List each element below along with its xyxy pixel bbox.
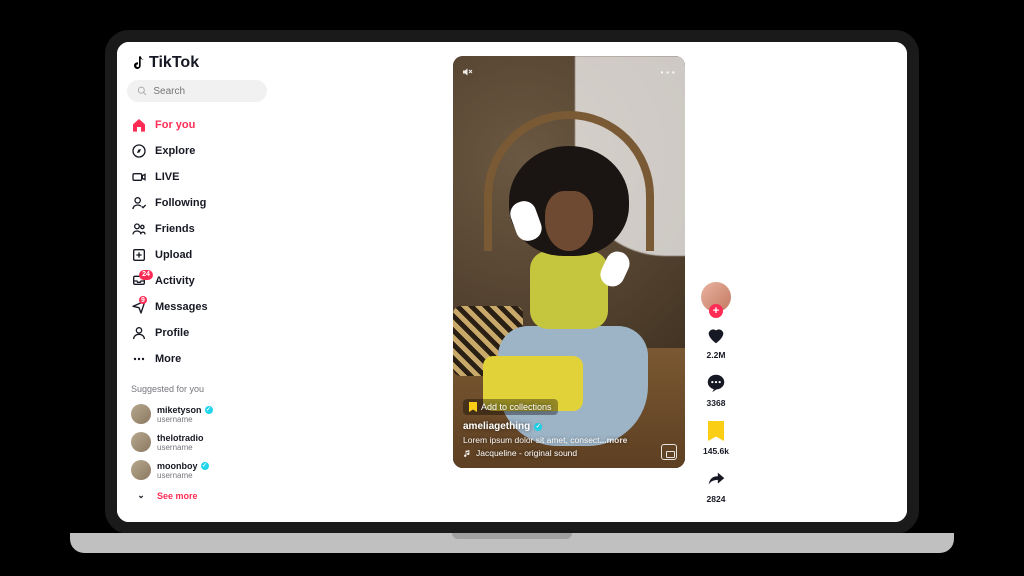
account-sub: username [157,471,209,480]
follow-plus-icon[interactable]: + [709,304,723,318]
action-rail: + 2.2M 3368 [701,56,731,508]
tiktok-note-icon [131,54,147,72]
see-more-label: See more [157,491,198,501]
nav-activity[interactable]: 24 Activity [127,268,267,294]
verified-badge-icon [201,462,209,470]
suggested-account[interactable]: moonboy username [127,456,267,484]
video-options-button[interactable]: ··· [660,64,677,80]
upload-icon [131,247,147,263]
nav-label: LIVE [155,171,179,183]
user-check-icon [131,195,147,211]
nav-live[interactable]: LIVE [127,164,267,190]
nav-more[interactable]: More [127,346,267,372]
save-button[interactable] [703,418,729,444]
add-to-collections-button[interactable]: Add to collections [463,399,558,415]
suggested-header: Suggested for you [131,384,267,394]
heart-icon [705,324,727,346]
compass-icon [131,143,147,159]
nav-label: Upload [155,249,192,261]
user-icon [131,325,147,341]
search-input[interactable] [153,86,257,97]
nav-label: Profile [155,327,189,339]
avatar [131,460,151,480]
nav-profile[interactable]: Profile [127,320,267,346]
see-more-button[interactable]: ⌄ See more [127,484,267,507]
like-button[interactable] [703,322,729,348]
sidebar: TikTok For you Explore LIVE Following [117,42,277,522]
brand-text: TikTok [149,54,199,72]
video-player[interactable]: ··· Add to collections ameliagething Lor [453,56,685,468]
mute-button[interactable] [461,66,473,78]
feed: ··· Add to collections ameliagething Lor [277,42,907,522]
nav-label: Activity [155,275,195,287]
nav-label: Following [155,197,206,209]
avatar [131,404,151,424]
nav-label: Messages [155,301,208,313]
comment-button[interactable] [703,370,729,396]
comment-icon [705,372,727,394]
share-icon [705,468,727,490]
nav-upload[interactable]: Upload [127,242,267,268]
activity-badge: 24 [139,270,153,280]
comment-action: 3368 [703,370,729,408]
video-overlay: Add to collections ameliagething Lorem i… [463,399,675,458]
sound-label: Jacqueline - original sound [476,448,577,458]
speaker-icon [461,66,473,78]
app-screen: TikTok For you Explore LIVE Following [117,42,907,522]
share-count: 2824 [707,494,726,504]
nav-following[interactable]: Following [127,190,267,216]
account-name: thelotradio [157,433,204,443]
share-action: 2824 [703,466,729,504]
messages-badge: 9 [139,296,147,304]
bookmark-icon [469,402,477,412]
nav-for-you[interactable]: For you [127,112,267,138]
suggested-account[interactable]: miketyson username [127,400,267,428]
like-count: 2.2M [707,350,726,360]
save-action: 145.6k [703,418,729,456]
more-icon [131,351,147,367]
friends-icon [131,221,147,237]
author-avatar[interactable]: + [701,282,731,312]
save-count: 145.6k [703,446,729,456]
nav-label: Friends [155,223,195,235]
add-collections-label: Add to collections [481,402,552,412]
account-sub: username [157,443,204,452]
nav-label: For you [155,119,195,131]
live-icon [131,169,147,185]
video-top-bar: ··· [461,64,677,80]
laptop-base [70,533,954,553]
laptop-frame: TikTok For you Explore LIVE Following [105,30,919,534]
account-name: miketyson [157,405,202,415]
suggested-account[interactable]: thelotradio username [127,428,267,456]
verified-badge-icon [534,423,542,431]
video-caption[interactable]: Lorem ipsum dolor sit amet, consect...mo… [463,435,675,445]
miniplayer-button[interactable] [661,444,677,460]
search-icon [137,85,147,97]
chevron-down-icon: ⌄ [131,490,151,501]
nav-explore[interactable]: Explore [127,138,267,164]
nav-label: More [155,353,181,365]
account-sub: username [157,415,213,424]
like-action: 2.2M [703,322,729,360]
comment-count: 3368 [707,398,726,408]
share-button[interactable] [703,466,729,492]
bookmark-filled-icon [708,421,724,441]
home-icon [131,117,147,133]
author-name: ameliagething [463,421,530,432]
avatar [131,432,151,452]
music-note-icon [463,449,472,458]
video-author[interactable]: ameliagething [463,421,675,432]
verified-badge-icon [205,406,213,414]
search-box[interactable] [127,80,267,102]
caption-more[interactable]: ...more [600,435,628,445]
nav-friends[interactable]: Friends [127,216,267,242]
video-sound[interactable]: Jacqueline - original sound [463,448,675,458]
brand-logo[interactable]: TikTok [127,54,267,72]
nav-label: Explore [155,145,195,157]
video-row: ··· Add to collections ameliagething Lor [453,56,731,508]
nav-messages[interactable]: 9 Messages [127,294,267,320]
account-name: moonboy [157,461,198,471]
